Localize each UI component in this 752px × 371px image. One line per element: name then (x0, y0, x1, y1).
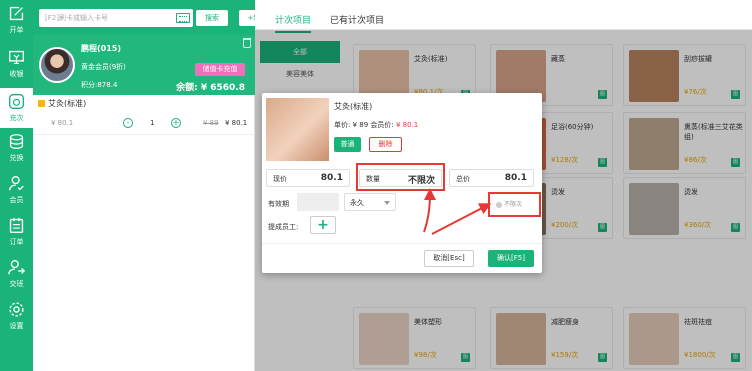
keyboard-icon[interactable] (176, 13, 190, 23)
validity-select[interactable]: 永久 (344, 193, 396, 211)
handover-icon (8, 260, 25, 275)
nav-item-open[interactable]: 开单 (0, 0, 33, 40)
validity-input[interactable] (297, 193, 339, 211)
cart-topbar: [F2]刷卡或输入卡号 搜索 +新增 (33, 0, 276, 35)
edit-icon (9, 6, 24, 21)
current-price-field[interactable]: 现价 80.1 (266, 169, 350, 187)
avatar (39, 47, 75, 83)
dialog-prices: 单价: ¥ 89 会员价: ¥ 80.1 (334, 120, 418, 130)
add-staff-button[interactable]: + (310, 216, 336, 234)
confirm-button[interactable]: 确认[F5] (488, 250, 534, 267)
nav-item-cashier[interactable]: 收银 (0, 44, 33, 84)
item-type-icon (38, 100, 45, 107)
charge-button[interactable]: 储值卡充值 (195, 63, 245, 76)
nav-item-recharge[interactable]: 充次 (0, 88, 33, 128)
cart-item[interactable]: 艾灸(标准) ¥ 80.1 - 1 + ¥ 89 ¥ 80.1 (33, 95, 255, 135)
item-image (266, 98, 329, 161)
nav-item-exchange[interactable]: 兑换 (0, 128, 33, 168)
nav-item-settings[interactable]: 设置 (0, 296, 33, 336)
total-price-label: 总价 (456, 175, 470, 183)
member-level: 黄金会员(9折) (81, 63, 126, 71)
tab-owned-times-items[interactable]: 已有计次项目 (330, 13, 384, 26)
highlight-quantity (356, 163, 445, 191)
member-name: 鹏程(015) (81, 44, 122, 53)
total-price-value: 80.1 (504, 173, 527, 183)
increase-qty-button[interactable]: + (171, 118, 181, 128)
cart-item-price: ¥ 80.1 (51, 119, 74, 127)
tab-times-items[interactable]: 计次项目 (275, 13, 312, 33)
member-balance: 余额: ¥ 6560.8 (176, 83, 245, 93)
nav-label: 交班 (9, 280, 24, 288)
search-button[interactable]: 搜索 (196, 10, 228, 26)
validity-value: 永久 (350, 199, 364, 207)
search-placeholder: [F2]刷卡或输入卡号 (45, 14, 108, 22)
sidebar-nav: 开单 收银 充次 兑换 会员 订单 交班 设置 (0, 0, 33, 371)
card-search-input[interactable]: [F2]刷卡或输入卡号 (39, 9, 193, 27)
nav-label: 设置 (9, 322, 24, 330)
dialog-item-name: 艾灸(标准) (334, 102, 373, 111)
divider (262, 243, 542, 244)
highlight-unlimited (488, 192, 541, 217)
nav-item-order[interactable]: 订单 (0, 212, 33, 252)
cashier-icon (9, 50, 24, 65)
nav-item-member[interactable]: 会员 (0, 170, 33, 210)
member-price: ¥ 80.1 (396, 121, 419, 129)
chevron-down-icon (384, 201, 390, 205)
cancel-button[interactable]: 取消[Esc] (424, 250, 474, 267)
exchange-icon (9, 134, 24, 149)
nav-label: 兑换 (9, 154, 24, 162)
cart-item-final-price: ¥ 80.1 (225, 119, 248, 127)
recharge-icon (9, 94, 24, 109)
cart-item-qty: 1 (150, 119, 155, 127)
cart-item-original-price: ¥ 89 (203, 119, 219, 127)
member-card: 鹏程(015) 黄金会员(9折) 积分:878.4 储值卡充值 余额: ¥ 65… (33, 35, 255, 95)
order-icon (9, 217, 24, 233)
total-price-field[interactable]: 总价 80.1 (449, 169, 534, 187)
staff-label: 提成员工: (268, 223, 299, 231)
nav-item-handover[interactable]: 交班 (0, 254, 33, 294)
decrease-qty-button[interactable]: - (123, 118, 133, 128)
nav-label: 会员 (9, 196, 24, 204)
current-price-label: 现价 (273, 175, 287, 183)
nav-label: 充次 (9, 114, 24, 122)
member-icon (9, 176, 24, 191)
nav-label: 收银 (9, 70, 24, 78)
delete-button[interactable]: 删除 (369, 137, 402, 152)
unit-price: 单价: ¥ 89 (334, 121, 369, 129)
plain-button[interactable]: 普通 (334, 137, 361, 152)
member-points: 积分:878.4 (81, 81, 118, 89)
cart-item-name: 艾灸(标准) (48, 99, 87, 108)
settings-icon (9, 302, 24, 317)
validity-label: 有效期 (268, 200, 289, 208)
nav-label: 订单 (9, 238, 24, 246)
cart-panel: [F2]刷卡或输入卡号 搜索 +新增 鹏程(015) 黄金会员(9折) 积分:8… (33, 0, 276, 371)
current-price-value: 80.1 (320, 173, 343, 183)
nav-label: 开单 (9, 26, 24, 34)
trash-icon[interactable] (243, 38, 251, 48)
tab-bar: 计次项目 已有计次项目 (255, 0, 752, 33)
member-price-label: 会员价: (370, 121, 394, 129)
